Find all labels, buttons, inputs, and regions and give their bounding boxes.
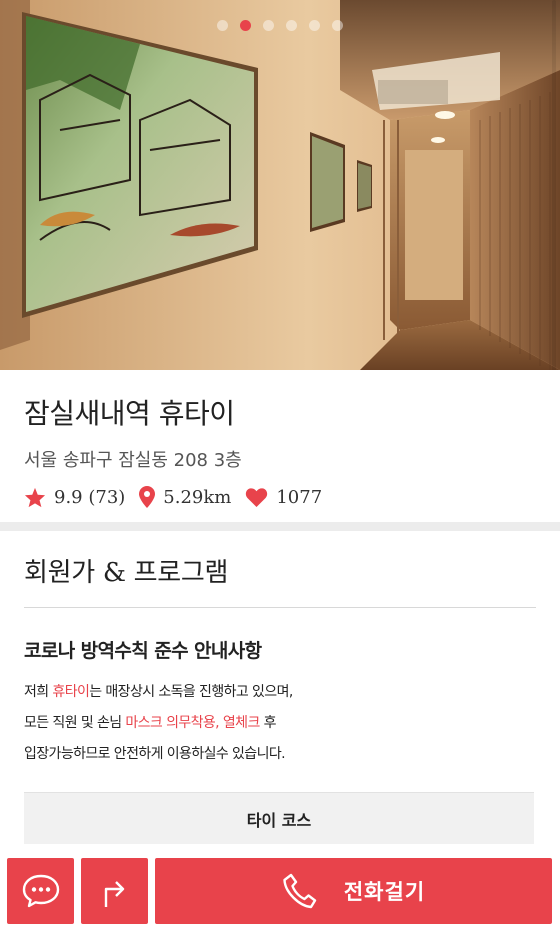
chat-button[interactable] [7, 858, 74, 924]
star-icon [24, 487, 46, 507]
notice-highlight: 휴타이 [52, 684, 90, 700]
section-divider [24, 607, 536, 608]
shop-title: 잠실새내역 휴타이 [24, 397, 235, 430]
carousel-dot[interactable] [263, 20, 274, 31]
hero-photo[interactable] [0, 0, 560, 370]
carousel-dot-active[interactable] [240, 20, 251, 31]
share-arrow-icon [104, 881, 124, 907]
program-section: 회원가 & 프로그램 코로나 방역수칙 준수 안내사항 저희 휴타이는 매장상시… [0, 531, 560, 844]
distance-stat: 5.29km [139, 486, 231, 508]
call-button[interactable]: 전화걸기 [155, 858, 552, 924]
distance-value: 5.29km [163, 486, 232, 508]
likes-count: 1077 [276, 486, 323, 508]
shop-interior-photo [0, 0, 560, 370]
location-pin-icon [139, 486, 156, 508]
notice-text: 후 [259, 715, 277, 731]
section-title-part: 프로그램 [125, 558, 229, 588]
carousel-dot[interactable] [286, 20, 297, 31]
heart-icon[interactable] [245, 487, 268, 507]
notice-title: 코로나 방역수칙 준수 안내사항 [24, 640, 262, 662]
rating-value: 9.9 (73) [54, 486, 126, 508]
carousel-indicator [0, 20, 560, 31]
call-label: 전화걸기 [343, 880, 426, 904]
notice-text: 저희 [24, 684, 53, 700]
page-scrollbar[interactable] [552, 0, 556, 386]
carousel-dot[interactable] [309, 20, 320, 31]
likes-stat[interactable]: 1077 [245, 487, 322, 508]
rating-stat: 9.9 (73) [24, 487, 125, 508]
bottom-action-bar: 전화걸기 [0, 856, 560, 926]
shop-address: 서울 송파구 잠실동 208 3층 [24, 450, 242, 471]
notice-line-3: 입장가능하므로 안전하게 이용하실수 있습니다. [24, 746, 286, 762]
section-title-part: 회원가 [24, 558, 103, 588]
section-title-ampersand: & [102, 558, 126, 588]
section-separator [0, 522, 560, 531]
notice-text: 는 매장상시 소독을 진행하고 있으며, [89, 684, 293, 700]
notice-highlight: 마스크 의무착용, 열체크 [125, 715, 260, 731]
section-title: 회원가 & 프로그램 [24, 552, 536, 589]
carousel-dot[interactable] [217, 20, 228, 31]
notice-text: 모든 직원 및 손님 [24, 715, 126, 731]
course-tab-thai[interactable]: 타이 코스 [24, 792, 534, 844]
share-button[interactable] [81, 858, 148, 924]
shop-info: 잠실새내역 휴타이 서울 송파구 잠실동 208 3층 9.9 (73) 5.2… [0, 370, 560, 522]
chat-bubble-icon [22, 874, 59, 908]
notice-body: 저희 휴타이는 매장상시 소독을 진행하고 있으며, 모든 직원 및 손님 마스… [24, 677, 536, 770]
notice-line-2: 모든 직원 및 손님 마스크 의무착용, 열체크 후 [24, 708, 536, 739]
phone-icon [283, 873, 317, 909]
shop-stats: 9.9 (73) 5.29km 1077 [24, 486, 536, 508]
carousel-dot[interactable] [332, 20, 343, 31]
notice-line-1: 저희 휴타이는 매장상시 소독을 진행하고 있으며, [24, 677, 536, 708]
